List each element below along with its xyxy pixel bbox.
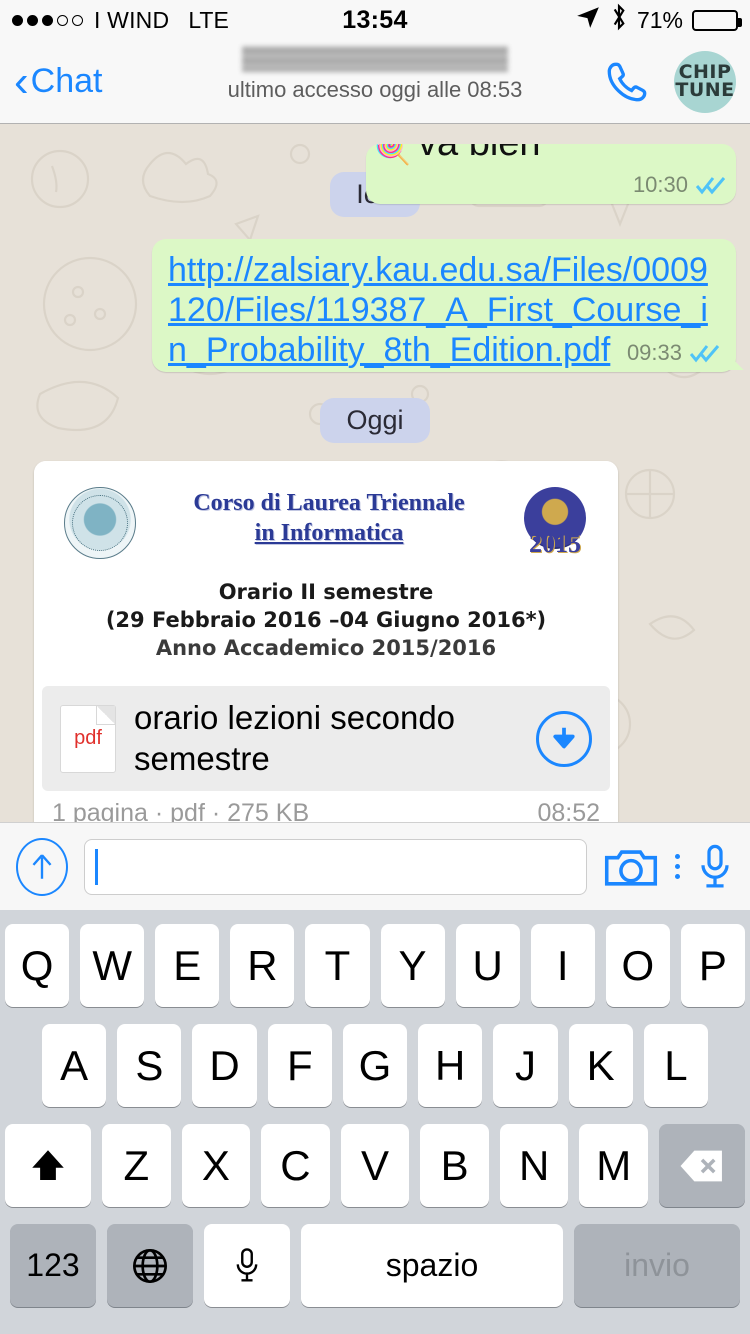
document-preview: Corso di Laurea Triennale in Informatica… <box>34 461 618 687</box>
keyboard-row-2: A S D F G H J K L <box>5 1024 745 1107</box>
university-seal-icon <box>64 487 136 560</box>
message-row-link: http://zalsiary.kau.edu.sa/Files/0009120… <box>14 239 736 373</box>
document-file-bar[interactable]: pdf orario lezioni secondo semestre <box>42 686 610 791</box>
read-receipt-icon <box>690 343 720 363</box>
whatsapp-chat-screen: I WIND LTE 13:54 71% ‹ Chat ultimo acces… <box>0 0 750 1334</box>
microphone-icon[interactable] <box>696 843 734 891</box>
message-time: 09:33 <box>626 340 682 366</box>
message-emoji: 🍭 <box>374 144 412 166</box>
key-z[interactable]: Z <box>101 1124 171 1207</box>
document-file-meta: 1 pagina · pdf · 275 KB <box>52 798 310 822</box>
shift-arrow-icon[interactable] <box>4 1124 91 1207</box>
key-r[interactable]: R <box>230 924 295 1007</box>
document-footer: 1 pagina · pdf · 275 KB 08:52 <box>34 791 618 822</box>
battery-icon <box>692 9 742 31</box>
key-p[interactable]: P <box>680 924 745 1007</box>
chevron-left-icon: ‹ <box>14 56 29 106</box>
key-v[interactable]: V <box>340 1124 410 1207</box>
back-button-label: Chat <box>30 62 103 100</box>
status-bar-right: 71% <box>575 3 742 38</box>
message-time: 08:52 <box>537 798 600 822</box>
location-arrow-icon <box>575 4 601 37</box>
on-screen-keyboard[interactable]: Q W E R T Y U I O P A S D F G H J K L Z <box>0 910 750 1334</box>
dictation-microphone-icon[interactable] <box>204 1224 290 1307</box>
chat-message-list[interactable]: 🍭 va bien 10:30 Ieri http://zalsiary.kau… <box>0 124 750 822</box>
document-preview-header: Corso di Laurea Triennale in Informatica… <box>64 487 588 560</box>
key-d[interactable]: D <box>192 1024 257 1107</box>
document-message-card[interactable]: Corso di Laurea Triennale in Informatica… <box>34 461 618 822</box>
key-l[interactable]: L <box>643 1024 708 1107</box>
document-subtitle-line-2: (29 Febbraio 2016 –04 Giugno 2016*) <box>105 608 547 633</box>
course-badge-icon: 2015 <box>522 487 588 559</box>
backspace-icon[interactable] <box>659 1124 746 1207</box>
back-button[interactable]: ‹ Chat <box>14 56 103 106</box>
key-n[interactable]: N <box>499 1124 569 1207</box>
read-receipt-icon <box>696 175 726 195</box>
message-row-document: Corso di Laurea Triennale in Informatica… <box>14 461 736 822</box>
key-x[interactable]: X <box>181 1124 251 1207</box>
key-space[interactable]: spazio <box>301 1224 563 1307</box>
keyboard-row-4: 123 spazio invio <box>5 1224 745 1307</box>
message-input-bar <box>0 822 750 910</box>
search-input[interactable] <box>98 850 576 883</box>
key-o[interactable]: O <box>605 924 670 1007</box>
course-badge-year: 2015 <box>529 529 581 559</box>
key-numbers[interactable]: 123 <box>10 1224 96 1307</box>
key-s[interactable]: S <box>117 1024 182 1107</box>
key-w[interactable]: W <box>80 924 145 1007</box>
message-bubble-link[interactable]: http://zalsiary.kau.edu.sa/Files/0009120… <box>152 239 736 373</box>
contact-header[interactable]: ultimo accesso oggi alle 08:53 <box>150 46 600 103</box>
document-title-line-1: Corso di Laurea Triennale <box>193 490 465 517</box>
more-options-icon[interactable] <box>675 854 680 879</box>
key-e[interactable]: E <box>155 924 220 1007</box>
day-divider-today-row: Oggi <box>14 398 736 444</box>
camera-icon[interactable] <box>603 844 659 890</box>
document-subtitle-line-3: Anno Accademico 2015/2016 <box>155 636 497 661</box>
key-g[interactable]: G <box>342 1024 408 1107</box>
key-u[interactable]: U <box>455 924 520 1007</box>
message-meta: 10:30 <box>633 172 726 198</box>
day-divider-today: Oggi <box>320 398 430 444</box>
key-j[interactable]: J <box>493 1024 558 1107</box>
key-c[interactable]: C <box>261 1124 330 1207</box>
key-enter[interactable]: invio <box>574 1224 740 1307</box>
status-bar: I WIND LTE 13:54 71% <box>0 0 750 40</box>
document-title-line-2: in Informatica <box>254 519 404 546</box>
keyboard-row-1: Q W E R T Y U I O P <box>5 924 745 1007</box>
document-preview-subtitle: Orario II semestre (29 Febbraio 2016 –04… <box>64 579 588 663</box>
key-a[interactable]: A <box>42 1024 107 1107</box>
key-q[interactable]: Q <box>5 924 70 1007</box>
globe-icon[interactable] <box>107 1224 193 1307</box>
key-h[interactable]: H <box>418 1024 483 1107</box>
message-input-field[interactable] <box>84 838 587 895</box>
key-y[interactable]: Y <box>380 924 445 1007</box>
key-b[interactable]: B <box>420 1124 489 1207</box>
avatar[interactable]: CHIP TUNE <box>674 50 736 113</box>
key-m[interactable]: M <box>579 1124 649 1207</box>
bluetooth-icon <box>610 3 628 38</box>
navigation-bar: ‹ Chat ultimo accesso oggi alle 08:53 CH… <box>0 40 750 124</box>
upload-arrow-icon[interactable] <box>16 837 68 896</box>
message-bubble-clipped[interactable]: 🍭 va bien 10:30 <box>366 144 736 204</box>
navigation-bar-actions: CHIP TUNE <box>602 50 736 113</box>
last-seen-label: ultimo accesso oggi alle 08:53 <box>227 77 523 102</box>
pdf-file-icon: pdf <box>60 704 116 773</box>
document-file-name: orario lezioni secondo semestre <box>134 699 456 777</box>
phone-icon[interactable] <box>602 57 652 107</box>
key-f[interactable]: F <box>267 1024 332 1107</box>
document-preview-title: Corso di Laurea Triennale in Informatica <box>136 487 522 548</box>
message-time: 10:30 <box>632 172 688 197</box>
document-subtitle-line-1: Orario II semestre <box>218 580 434 605</box>
avatar-line-2: TUNE <box>675 78 735 101</box>
keyboard-row-3: Z X C V B N M <box>4 1124 746 1207</box>
clipped-message-text: va bien <box>418 144 541 165</box>
battery-percent-label: 71% <box>636 6 683 33</box>
pdf-file-icon-label: pdf <box>74 727 102 750</box>
contact-name-redacted <box>242 46 508 72</box>
download-arrow-icon[interactable] <box>536 710 592 767</box>
key-i[interactable]: I <box>530 924 595 1007</box>
key-t[interactable]: T <box>305 924 370 1007</box>
key-k[interactable]: K <box>568 1024 633 1107</box>
